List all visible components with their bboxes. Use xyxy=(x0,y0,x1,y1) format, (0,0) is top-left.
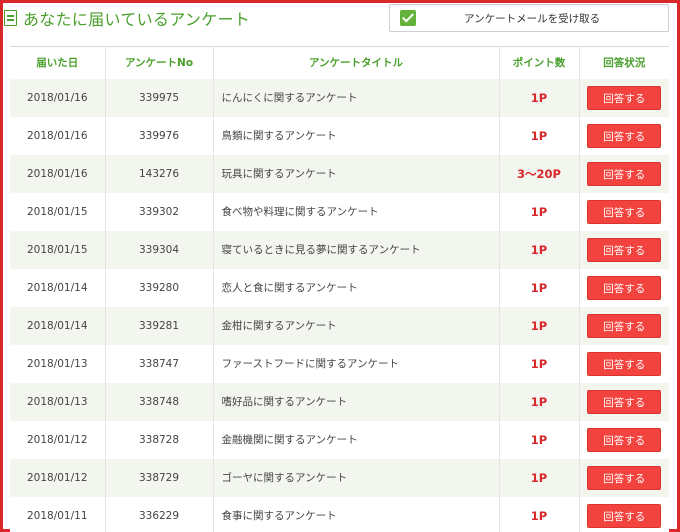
table-row: 2018/01/13 338747 ファーストフードに関するアンケート 1P 回答する xyxy=(10,344,669,383)
row-survey-no: 338729 xyxy=(105,458,214,497)
col-header-points: ポイント数 xyxy=(499,46,580,79)
answer-button[interactable]: 回答する xyxy=(587,503,662,528)
row-status: 回答する xyxy=(579,458,669,497)
checkbox-checked-icon[interactable] xyxy=(400,10,416,26)
row-survey-no: 339280 xyxy=(105,268,214,307)
table-row: 2018/01/12 338729 ゴーヤに関するアンケート 1P 回答する xyxy=(10,458,669,497)
row-status: 回答する xyxy=(579,78,669,117)
row-survey-no: 339975 xyxy=(105,78,214,117)
col-header-title: アンケートタイトル xyxy=(213,46,500,79)
row-survey-title: にんにくに関するアンケート xyxy=(213,78,500,117)
row-date: 2018/01/15 xyxy=(10,192,106,231)
survey-list-icon xyxy=(4,10,17,26)
row-points: 1P xyxy=(499,420,580,459)
row-points: 1P xyxy=(499,116,580,155)
row-survey-no: 339281 xyxy=(105,306,214,345)
answer-button[interactable]: 回答する xyxy=(587,427,662,452)
row-date: 2018/01/13 xyxy=(10,382,106,421)
row-status: 回答する xyxy=(579,230,669,269)
table-row: 2018/01/15 339302 食べ物や料理に関するアンケート 1P 回答する xyxy=(10,192,669,231)
row-survey-title: 金融機関に関するアンケート xyxy=(213,420,500,459)
row-survey-title: 嗜好品に関するアンケート xyxy=(213,382,500,421)
row-status: 回答する xyxy=(579,268,669,307)
row-points: 1P xyxy=(499,382,580,421)
row-survey-title: 食べ物や料理に関するアンケート xyxy=(213,192,500,231)
row-date: 2018/01/16 xyxy=(10,78,106,117)
answer-button[interactable]: 回答する xyxy=(587,161,662,186)
answer-button[interactable]: 回答する xyxy=(587,199,662,224)
row-survey-title: 鳥類に関するアンケート xyxy=(213,116,500,155)
mail-subscribe-label: アンケートメールを受け取る xyxy=(464,12,601,25)
row-status: 回答する xyxy=(579,116,669,155)
table-row: 2018/01/13 338748 嗜好品に関するアンケート 1P 回答する xyxy=(10,382,669,421)
answer-button[interactable]: 回答する xyxy=(587,389,662,414)
row-survey-no: 339302 xyxy=(105,192,214,231)
table-row: 2018/01/16 143276 玩具に関するアンケート 3～20P 回答する xyxy=(10,154,669,193)
table-row: 2018/01/14 339280 恋人と食に関するアンケート 1P 回答する xyxy=(10,268,669,307)
row-points: 1P xyxy=(499,230,580,269)
answer-button[interactable]: 回答する xyxy=(587,351,662,376)
table-row: 2018/01/11 336229 食事に関するアンケート 1P 回答する xyxy=(10,496,669,532)
row-survey-no: 338747 xyxy=(105,344,214,383)
col-header-no: アンケートNo xyxy=(105,46,214,79)
page-header: あなたに届いているアンケート xyxy=(4,6,250,30)
row-points: 1P xyxy=(499,306,580,345)
table-row: 2018/01/16 339976 鳥類に関するアンケート 1P 回答する xyxy=(10,116,669,155)
row-date: 2018/01/16 xyxy=(10,116,106,155)
row-survey-no: 339976 xyxy=(105,116,214,155)
row-survey-title: 食事に関するアンケート xyxy=(213,496,500,532)
row-date: 2018/01/12 xyxy=(10,458,106,497)
row-date: 2018/01/13 xyxy=(10,344,106,383)
row-points: 1P xyxy=(499,268,580,307)
answer-button[interactable]: 回答する xyxy=(587,313,662,338)
answer-button[interactable]: 回答する xyxy=(587,237,662,262)
answer-button[interactable]: 回答する xyxy=(587,85,662,110)
col-header-date: 届いた日 xyxy=(10,46,106,79)
row-date: 2018/01/15 xyxy=(10,230,106,269)
table-header-row: 届いた日 アンケートNo アンケートタイトル ポイント数 回答状況 xyxy=(10,46,669,79)
row-status: 回答する xyxy=(579,154,669,193)
row-survey-title: 寝ているときに見る夢に関するアンケート xyxy=(213,230,500,269)
page-title: あなたに届いているアンケート xyxy=(23,10,251,29)
answer-button[interactable]: 回答する xyxy=(587,275,662,300)
row-survey-no: 143276 xyxy=(105,154,214,193)
row-points: 1P xyxy=(499,496,580,532)
table-row: 2018/01/12 338728 金融機関に関するアンケート 1P 回答する xyxy=(10,420,669,459)
mail-subscribe-toggle[interactable]: アンケートメールを受け取る xyxy=(389,4,669,32)
table-row: 2018/01/14 339281 金柑に関するアンケート 1P 回答する xyxy=(10,306,669,345)
row-status: 回答する xyxy=(579,306,669,345)
row-survey-title: ファーストフードに関するアンケート xyxy=(213,344,500,383)
row-status: 回答する xyxy=(579,344,669,383)
row-status: 回答する xyxy=(579,192,669,231)
survey-table: 届いた日 アンケートNo アンケートタイトル ポイント数 回答状況 2018/0… xyxy=(10,46,669,532)
row-points: 1P xyxy=(499,78,580,117)
row-survey-title: 玩具に関するアンケート xyxy=(213,154,500,193)
row-survey-title: 恋人と食に関するアンケート xyxy=(213,268,500,307)
answer-button[interactable]: 回答する xyxy=(587,123,662,148)
col-header-status: 回答状況 xyxy=(579,46,669,79)
row-points: 3～20P xyxy=(499,154,580,193)
row-survey-no: 336229 xyxy=(105,496,214,532)
row-date: 2018/01/11 xyxy=(10,496,106,532)
row-points: 1P xyxy=(499,192,580,231)
row-date: 2018/01/12 xyxy=(10,420,106,459)
table-row: 2018/01/15 339304 寝ているときに見る夢に関するアンケート 1P 回答す… xyxy=(10,230,669,269)
row-status: 回答する xyxy=(579,382,669,421)
row-status: 回答する xyxy=(579,496,669,532)
row-date: 2018/01/14 xyxy=(10,268,106,307)
row-date: 2018/01/14 xyxy=(10,306,106,345)
row-survey-no: 338728 xyxy=(105,420,214,459)
answer-button[interactable]: 回答する xyxy=(587,465,662,490)
row-status: 回答する xyxy=(579,420,669,459)
row-points: 1P xyxy=(499,344,580,383)
row-survey-no: 339304 xyxy=(105,230,214,269)
row-points: 1P xyxy=(499,458,580,497)
row-date: 2018/01/16 xyxy=(10,154,106,193)
row-survey-title: 金柑に関するアンケート xyxy=(213,306,500,345)
row-survey-no: 338748 xyxy=(105,382,214,421)
table-row: 2018/01/16 339975 にんにくに関するアンケート 1P 回答する xyxy=(10,78,669,117)
row-survey-title: ゴーヤに関するアンケート xyxy=(213,458,500,497)
